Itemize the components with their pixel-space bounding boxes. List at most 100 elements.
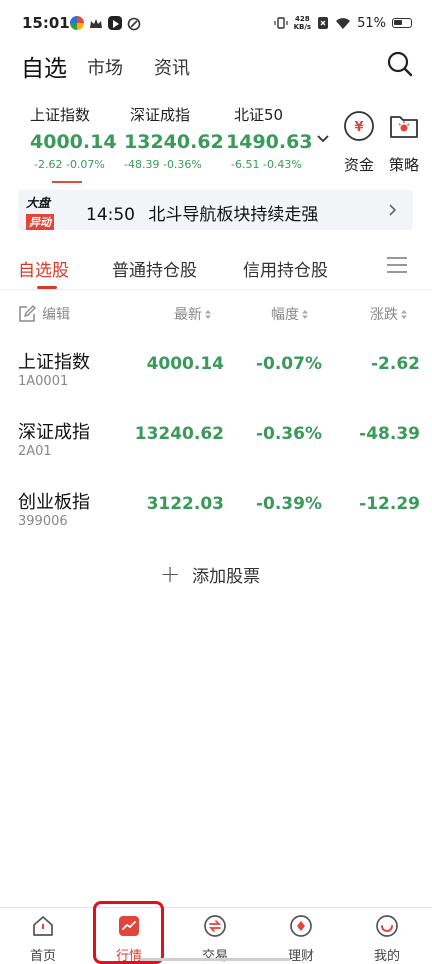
index-change-value: -2.62	[34, 158, 63, 171]
market-alert-banner[interactable]: 大盘 异动 14:50 北斗导航板块持续走强	[18, 190, 413, 230]
strategy-folder-icon	[390, 116, 418, 138]
profile-icon	[376, 915, 398, 937]
market-alert-logo: 大盘 异动	[26, 194, 76, 230]
battery-percent: 51%	[357, 15, 386, 31]
watchlist-tabs: 自选股 普通持仓股 信用持仓股	[0, 246, 432, 290]
add-stock-label: 添加股票	[192, 566, 261, 587]
market-alert-logo-line2: 异动	[26, 214, 54, 230]
link-notification-icon	[127, 16, 141, 31]
network-speed-unit: KB/s	[293, 23, 312, 31]
status-notification-icons	[70, 16, 141, 31]
stock-latest: 13240.62	[134, 424, 224, 444]
chevron-down-icon[interactable]	[316, 134, 330, 144]
nav-trade[interactable]: 交易	[172, 908, 258, 964]
sort-icon	[302, 309, 308, 319]
trade-icon	[204, 915, 226, 937]
stock-range: -0.36%	[255, 424, 322, 444]
strategy-shortcut[interactable]: 策略	[384, 110, 424, 175]
wifi-icon	[336, 17, 351, 29]
nav-finance[interactable]: 理财	[258, 908, 344, 964]
index-change-pct: -0.43%	[262, 158, 302, 171]
app-notification-icon	[70, 16, 84, 30]
stock-name: 深证成指	[18, 422, 90, 443]
index-card-shanghai[interactable]: 上证指数 4000.14 -2.62 -0.07%	[30, 104, 117, 171]
index-name: 北证50	[234, 106, 284, 124]
funds-icon: ¥	[344, 111, 374, 141]
tab-my-stocks[interactable]: 自选股	[18, 256, 69, 281]
index-summary: 上证指数 4000.14 -2.62 -0.07% 深证成指 13240.62 …	[0, 104, 432, 184]
column-range-label: 幅度	[271, 307, 299, 323]
nav-me[interactable]: 我的	[344, 908, 430, 964]
add-stock-button[interactable]: + 添加股票	[160, 560, 260, 588]
tab-market[interactable]: 市场	[87, 54, 123, 80]
index-active-indicator	[52, 181, 82, 183]
column-header: 编辑 最新 幅度 涨跌	[0, 300, 432, 326]
strategy-label: 策略	[388, 156, 419, 174]
chevron-right-icon	[389, 204, 397, 216]
edit-button[interactable]: 编辑	[18, 304, 70, 324]
tab-active-indicator	[37, 286, 57, 289]
index-change: -2.62 -0.07%	[34, 158, 117, 171]
index-change-pct: -0.36%	[162, 158, 202, 171]
svg-text:¥: ¥	[354, 120, 363, 135]
nav-market[interactable]: 行情	[86, 908, 172, 964]
status-system-icons: 428 KB/s 51%	[274, 15, 412, 31]
status-time: 15:01	[22, 14, 70, 32]
play-notification-icon	[108, 16, 122, 30]
sort-change-button[interactable]: 涨跌	[370, 304, 408, 324]
stock-code: 399006	[18, 514, 68, 529]
index-change: -6.51 -0.43%	[231, 158, 313, 171]
finance-icon	[290, 915, 312, 937]
menu-icon[interactable]	[386, 256, 408, 274]
funds-shortcut[interactable]: ¥ 资金	[339, 110, 379, 175]
tab-news[interactable]: 资讯	[154, 54, 190, 80]
stock-change: -2.62	[371, 354, 420, 374]
vibrate-icon	[274, 17, 288, 29]
stock-code: 1A0001	[18, 374, 69, 389]
market-alert-text: 14:50 北斗导航板块持续走强	[86, 200, 318, 225]
tab-normal-holdings[interactable]: 普通持仓股	[112, 256, 197, 281]
column-latest-label: 最新	[174, 307, 202, 323]
stock-name: 创业板指	[18, 492, 90, 513]
stock-change: -48.39	[359, 424, 420, 444]
stock-name: 上证指数	[18, 352, 90, 373]
sort-icon	[401, 309, 407, 319]
network-speed: 428 KB/s	[294, 15, 311, 31]
market-alert-time: 14:50	[86, 205, 135, 225]
tab-watchlist[interactable]: 自选	[21, 49, 67, 83]
top-nav: 自选 市场 资讯	[0, 46, 432, 86]
funds-label: 资金	[343, 156, 374, 174]
sort-range-button[interactable]: 幅度	[271, 304, 309, 324]
index-change-value: -6.51	[231, 158, 260, 171]
nav-me-label: 我的	[373, 949, 400, 964]
bottom-nav: 首页 行情 交易 理财 我的	[0, 907, 432, 964]
tab-credit-holdings[interactable]: 信用持仓股	[243, 256, 328, 281]
crown-notification-icon	[89, 16, 103, 30]
index-card-beizheng[interactable]: 北证50 1490.63 -6.51 -0.43%	[226, 104, 313, 171]
search-icon[interactable]	[386, 50, 414, 78]
stock-range: -0.39%	[255, 494, 322, 514]
stock-range: -0.07%	[255, 354, 322, 374]
index-card-shenzhen[interactable]: 深证成指 13240.62 -48.39 -0.36%	[124, 104, 224, 171]
index-name: 上证指数	[30, 106, 91, 124]
status-bar: 15:01 428 KB/s 51%	[0, 0, 432, 48]
table-row[interactable]: 创业板指 399006 3122.03 -0.39% -12.29	[0, 482, 432, 542]
index-name: 深证成指	[130, 106, 191, 124]
index-price: 4000.14	[30, 131, 117, 153]
table-row[interactable]: 深证成指 2A01 13240.62 -0.36% -48.39	[0, 412, 432, 472]
nav-home-label: 首页	[29, 949, 56, 964]
edit-label: 编辑	[42, 307, 70, 323]
battery-icon	[392, 18, 412, 28]
home-indicator[interactable]	[140, 958, 290, 961]
stock-latest: 4000.14	[146, 354, 224, 374]
home-icon	[33, 916, 53, 936]
nav-finance-label: 理财	[287, 949, 314, 964]
sort-latest-button[interactable]: 最新	[174, 304, 212, 324]
table-row[interactable]: 上证指数 1A0001 4000.14 -0.07% -2.62	[0, 342, 432, 402]
edit-icon	[19, 305, 36, 322]
index-change-pct: -0.07%	[65, 158, 105, 171]
index-change-value: -48.39	[124, 158, 160, 171]
nav-home[interactable]: 首页	[0, 908, 86, 964]
nav-market-label: 行情	[115, 949, 142, 964]
market-chart-icon	[119, 916, 139, 936]
